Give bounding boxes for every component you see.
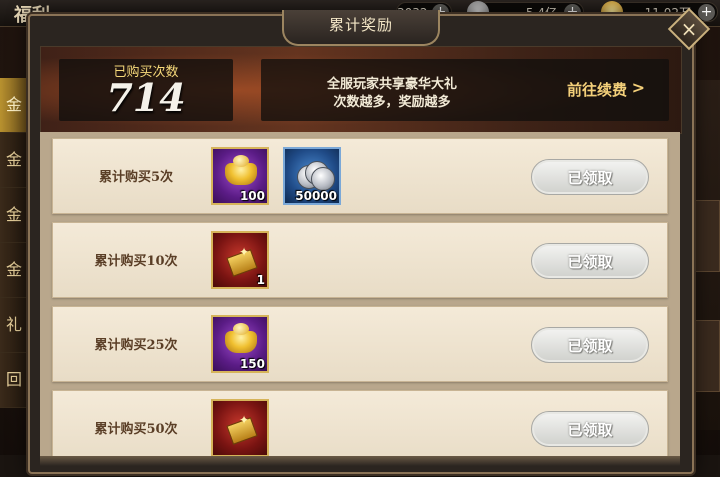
reward-condition-label: 累计购买10次 [94,254,178,269]
claimed-button[interactable]: 已领取 [531,159,649,195]
reward-item-gold-ingot[interactable]: 100 [211,147,269,205]
side-tab[interactable]: 金 [0,78,28,133]
reward-item-treasure-chest[interactable]: ✦ [211,399,269,456]
close-icon: × [680,17,698,41]
reward-condition-label: 累计购买5次 [98,170,174,185]
item-quantity: 100 [239,189,265,203]
treasure-chest-icon: ✦ [225,243,258,277]
claimed-label: 已领取 [567,421,613,439]
purchase-count-box: 已购买次数 714 [59,59,233,121]
side-tab[interactable]: 礼 [0,298,28,353]
promo-line-1: 全服玩家共享豪华大礼 [326,77,457,92]
item-quantity: 150 [239,357,265,371]
promo-box: 全服玩家共享豪华大礼 次数越多，奖励越多 前往续费 > [261,59,669,121]
cumulative-reward-dialog: 累计奖励 × 已购买次数 714 全服玩家共享豪华大礼 次数越多，奖励越多 前往… [28,7,711,474]
gold-ingot-icon [225,323,257,353]
reward-item-silver-coins[interactable]: 50000 [283,147,341,205]
reward-row: 累计购买50次 ✦ 已领取 [52,390,668,456]
dialog-title-bar: 累计奖励 [282,10,440,46]
left-side-tabs: 金 金 金 金 礼 回 [0,78,28,418]
claimed-button[interactable]: 已领取 [531,243,649,279]
claimed-button[interactable]: 已领取 [531,327,649,363]
side-tab[interactable]: 金 [0,133,28,188]
reward-row: 累计购买25次 150 已领取 [52,306,668,382]
silver-coins-icon [297,159,335,191]
reward-row: 累计购买10次 ✦ 1 已领取 [52,222,668,298]
dialog-title: 累计奖励 [328,16,393,34]
item-quantity: 50000 [295,189,337,203]
goto-recharge-button[interactable]: 前往续费 [567,79,627,100]
reward-item-treasure-chest[interactable]: ✦ 1 [211,231,269,289]
promo-line-2: 次数越多，奖励越多 [333,95,451,110]
claimed-label: 已领取 [567,253,613,271]
gold-ingot-icon [225,155,257,185]
claimed-button[interactable]: 已领取 [531,411,649,447]
item-quantity: 1 [256,273,265,287]
reward-row: 累计购买5次 100 50000 已领取 [52,138,668,214]
chevron-right-icon[interactable]: > [632,78,645,97]
purchase-count-value: 714 [106,75,186,120]
reward-header-banner: 已购买次数 714 全服玩家共享豪华大礼 次数越多，奖励越多 前往续费 > [40,46,682,134]
reward-condition-label: 累计购买50次 [94,422,178,437]
reward-list[interactable]: 累计购买5次 100 50000 已领取 累计购买10次 ✦ 1 已领取 累计购… [40,132,680,456]
treasure-chest-icon: ✦ [225,411,258,445]
side-tab[interactable]: 回 [0,353,28,408]
dialog-bottom-rim [40,456,680,466]
claimed-label: 已领取 [567,337,613,355]
claimed-label: 已领取 [567,169,613,187]
side-tab[interactable]: 金 [0,243,28,298]
reward-condition-label: 累计购买25次 [94,338,178,353]
side-tab[interactable]: 金 [0,188,28,243]
reward-item-gold-ingot[interactable]: 150 [211,315,269,373]
